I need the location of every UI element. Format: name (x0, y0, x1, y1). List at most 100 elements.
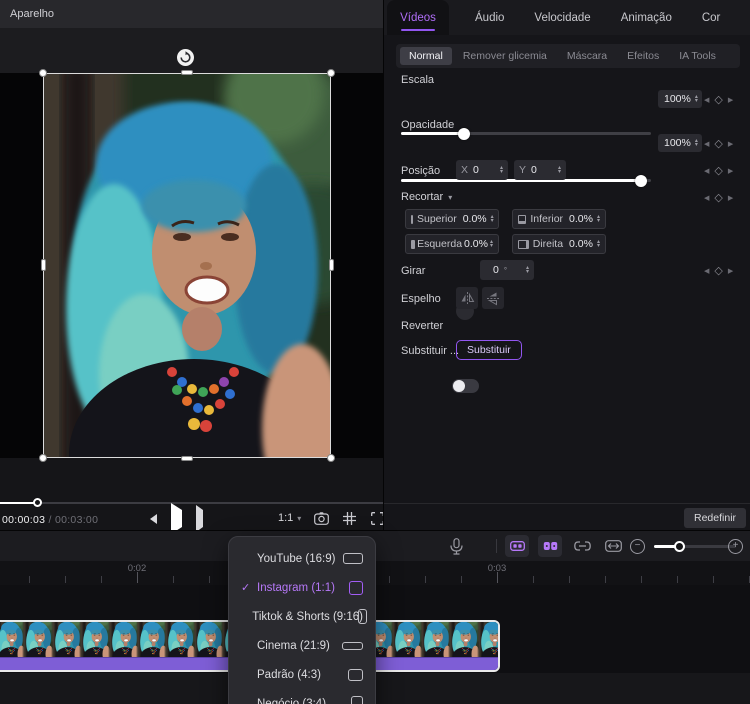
tab-animacao[interactable]: Animação (621, 12, 672, 24)
recortar-header[interactable]: Recortar ▾ (401, 191, 452, 203)
opacidade-keyframe-controls: ◀ ◇ ▶ (704, 138, 734, 150)
selection-handle-top-left[interactable] (39, 69, 47, 77)
recortar-caret-icon: ▾ (448, 192, 453, 202)
tab-cor[interactable]: Cor (702, 12, 721, 24)
unlink-clips-button[interactable] (570, 535, 594, 557)
tab-audio[interactable]: Áudio (475, 12, 504, 24)
redefinir-button[interactable]: Redefinir (684, 508, 747, 528)
rotate-icon (180, 51, 191, 63)
toolbar-divider (496, 539, 497, 553)
selection-handle-bottom-right[interactable] (327, 454, 335, 462)
girar-value-field[interactable]: 0 ° ▴ ▾ (480, 260, 534, 280)
selection-handle-right-center[interactable] (329, 259, 334, 271)
crop-inferior-field[interactable]: Inferior 0.0% ▴ ▾ (512, 209, 606, 229)
auto-ripple-button[interactable] (601, 535, 625, 557)
opacidade-slider-knob[interactable] (635, 174, 647, 187)
selection-handle-bottom-center[interactable] (181, 456, 193, 461)
menu-item-padrao[interactable]: Padrão (4:3) (229, 660, 375, 689)
menu-item-cinema[interactable]: Cinema (21:9) (229, 631, 375, 660)
record-voiceover-button[interactable] (450, 537, 463, 555)
menu-item-tiktok[interactable]: Tiktok & Shorts (9:16) (229, 602, 375, 631)
flip-horizontal-button[interactable] (456, 287, 478, 309)
crop-top-icon (411, 214, 413, 224)
ratio-21-9-icon (342, 641, 363, 650)
subtab-mascara[interactable]: Máscara (558, 47, 616, 65)
escala-value-box[interactable]: 100% ▴ ▾ (658, 90, 702, 108)
camera-icon (313, 511, 329, 525)
ratio-4-3-icon (348, 668, 363, 681)
crop-esquerda-field[interactable]: Esquerda 0.0% ▴ ▾ (405, 234, 499, 254)
viewer-tools: 1:1 ▾ (278, 510, 385, 526)
opacidade-value-box[interactable]: 100% ▴ ▾ (658, 134, 702, 152)
previous-frame-button[interactable] (150, 514, 157, 524)
flip-vertical-button[interactable] (482, 287, 504, 309)
opacidade-stepper[interactable]: ▴ ▾ (695, 138, 698, 148)
keyframe-prev-icon[interactable]: ◀ (704, 96, 709, 104)
grid-toggle-button[interactable] (341, 510, 357, 526)
tab-velocidade[interactable]: Velocidade (534, 12, 590, 24)
subtab-efeitos[interactable]: Efeitos (618, 47, 668, 65)
posicao-y-field[interactable]: Y 0 ▴ ▾ (514, 160, 566, 180)
espelho-label: Espelho (401, 293, 441, 305)
tab-videos[interactable]: Vídeos (387, 0, 449, 35)
magnet-snap-button[interactable] (538, 535, 562, 557)
crop-right-icon (518, 239, 529, 249)
selection-handle-top-right[interactable] (327, 69, 335, 77)
keyframe-add-icon[interactable]: ◇ (714, 93, 722, 106)
substituir-label: Substituir ... (401, 345, 460, 357)
clip-thumbnail (138, 622, 166, 657)
subtab-remover[interactable]: Remover glicemia (454, 47, 556, 65)
rotate-handle[interactable] (177, 49, 194, 66)
zoom-slider-knob[interactable] (673, 540, 685, 552)
snapshot-button[interactable] (313, 510, 329, 526)
timeline-zoom-slider[interactable] (654, 540, 736, 552)
escala-slider-knob[interactable] (457, 127, 470, 140)
posicao-y-stepper[interactable]: ▴ ▾ (558, 165, 561, 175)
ratio-1-1-icon (349, 580, 363, 595)
seek-bar[interactable] (0, 502, 383, 504)
subtab-ia-tools[interactable]: IA Tools (670, 47, 725, 65)
property-panel: Vídeos Áudio Velocidade Animação Cor Nor… (383, 0, 750, 530)
panel-tabs: Vídeos Áudio Velocidade Animação Cor (384, 0, 750, 35)
girar-stepper[interactable]: ▴ ▾ (526, 265, 529, 275)
posicao-x-field[interactable]: X 0 ▴ ▾ (456, 160, 508, 180)
selection-handle-bottom-left[interactable] (39, 454, 47, 462)
active-tab-underline (401, 29, 435, 31)
menu-item-negocio[interactable]: Negócio (3:4) (229, 689, 375, 704)
clip-thumbnail (81, 622, 109, 657)
escala-stepper[interactable]: ▴ ▾ (695, 94, 698, 104)
aspect-ratio-button[interactable]: 1:1 ▾ (278, 512, 301, 524)
clip-thumbnail (393, 622, 421, 657)
timeline-zoom-out-button[interactable]: − (630, 538, 645, 554)
video-frame[interactable] (43, 73, 331, 458)
check-icon: ✓ (241, 582, 251, 594)
timecode-current: 00:00:03 (2, 514, 46, 526)
keyframe-next-icon[interactable]: ▶ (728, 96, 733, 104)
subtab-normal[interactable]: Normal (400, 47, 452, 65)
crop-bottom-icon (518, 214, 527, 224)
timeline-zoom-in-button[interactable]: + (728, 538, 743, 554)
ripple-edit-icon (604, 540, 622, 552)
menu-item-instagram[interactable]: ✓ Instagram (1:1) (229, 573, 375, 602)
reverter-toggle[interactable] (452, 379, 479, 393)
panel-footer-divider (384, 503, 750, 504)
escala-slider[interactable] (401, 127, 651, 140)
posicao-x-stepper[interactable]: ▴ ▾ (500, 165, 503, 175)
crop-direita-field[interactable]: Direita 0.0% ▴ ▾ (512, 234, 606, 254)
escala-keyframe-controls: ◀ ◇ ▶ (704, 93, 733, 106)
substituir-button[interactable]: Substituir (456, 340, 522, 360)
transport-controls (150, 503, 203, 534)
keyframe-link-button[interactable] (505, 535, 529, 557)
selection-handle-top-center[interactable] (181, 70, 193, 75)
crop-left-icon (411, 239, 416, 249)
menu-item-youtube[interactable]: YouTube (16:9) (229, 544, 375, 573)
magnet-icon (543, 542, 557, 550)
girar-keyframe-controls: ◀ ◇ ▶ (704, 265, 734, 277)
crop-superior-field[interactable]: Superior 0.0% ▴ ▾ (405, 209, 499, 229)
posicao-label: Posição (401, 165, 441, 177)
selection-handle-left-center[interactable] (41, 259, 46, 271)
ratio-3-4-icon (351, 696, 363, 704)
play-button[interactable] (171, 503, 182, 534)
next-frame-button[interactable] (196, 505, 203, 532)
seek-knob[interactable] (33, 498, 43, 507)
